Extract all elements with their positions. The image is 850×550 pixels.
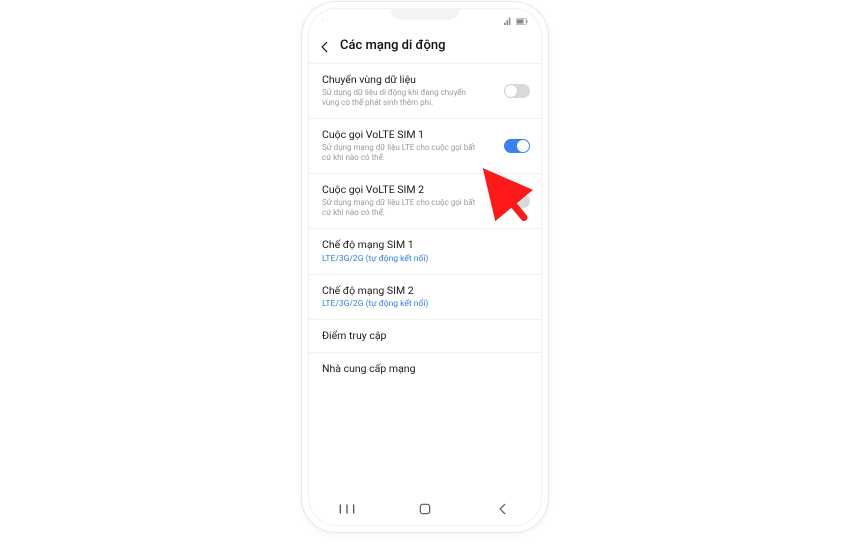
item-title: Chế độ mạng SIM 1 [322,238,528,251]
recents-button[interactable] [327,503,367,518]
home-button[interactable] [405,502,445,519]
item-network-mode-sim1[interactable]: Chế độ mạng SIM 1 LTE/3G/2G (tự động kết… [308,228,542,273]
item-title: Nhà cung cấp mạng [322,362,528,375]
page-title: Các mạng di động [340,38,446,53]
system-nav [308,498,542,522]
item-desc: Sử dụng mạng dữ liệu LTE cho cuộc gọi bấ… [322,198,482,218]
screen: · Các mạng di động Chuyển vùng dữ liệu S… [308,8,542,526]
back-icon[interactable] [318,39,332,53]
item-title: Cuộc gọi VoLTE SIM 1 [322,128,528,141]
phone-frame: · Các mạng di động Chuyển vùng dữ liệu S… [302,2,548,532]
item-title: Chuyển vùng dữ liệu [322,73,528,86]
item-volte-sim2[interactable]: Cuộc gọi VoLTE SIM 2 Sử dụng mạng dữ liệ… [308,173,542,228]
page-header: Các mạng di động [308,30,542,63]
item-title: Chế độ mạng SIM 2 [322,284,528,297]
back-button[interactable] [483,502,523,519]
item-value: LTE/3G/2G (tự động kết nối) [322,254,528,264]
notch [390,8,460,20]
toggle-volte-sim1[interactable] [504,139,530,153]
item-access-points[interactable]: Điểm truy cập [308,319,542,352]
item-volte-sim1[interactable]: Cuộc gọi VoLTE SIM 1 Sử dụng mạng dữ liệ… [308,118,542,173]
item-desc: Sử dụng mạng dữ liệu LTE cho cuộc gọi bấ… [322,143,482,163]
status-right [504,17,528,25]
toggle-volte-sim2[interactable] [504,194,530,208]
item-value: LTE/3G/2G (tự động kết nối) [322,299,528,309]
item-title: Điểm truy cập [322,329,528,342]
settings-list: Chuyển vùng dữ liệu Sử dụng dữ liệu di đ… [308,63,542,385]
battery-icon [516,18,528,25]
item-data-roaming[interactable]: Chuyển vùng dữ liệu Sử dụng dữ liệu di đ… [308,63,542,118]
item-network-mode-sim2[interactable]: Chế độ mạng SIM 2 LTE/3G/2G (tự động kết… [308,274,542,319]
signal-icon [504,17,512,25]
status-left: · [322,17,324,25]
toggle-data-roaming[interactable] [504,84,530,98]
item-title: Cuộc gọi VoLTE SIM 2 [322,183,528,196]
item-network-operators[interactable]: Nhà cung cấp mạng [308,352,542,385]
item-desc: Sử dụng dữ liệu di động khi đang chuyển … [322,88,482,108]
